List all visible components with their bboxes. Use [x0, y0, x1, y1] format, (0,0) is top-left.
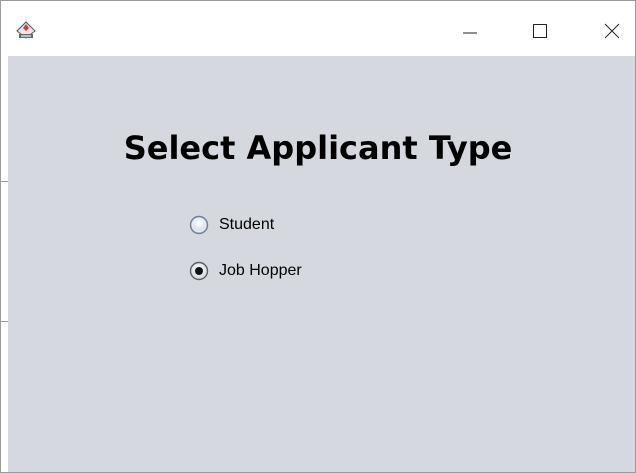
title-bar[interactable]	[1, 1, 635, 56]
radio-unselected-icon[interactable]	[189, 215, 209, 235]
app-window: Select Applicant Type Student Job Hopper	[0, 0, 636, 473]
page-title: Select Applicant Type	[123, 129, 513, 167]
minimize-button[interactable]	[447, 13, 493, 53]
close-icon	[604, 23, 620, 44]
radio-option-student[interactable]: Student	[189, 213, 274, 237]
radio-option-job-hopper[interactable]: Job Hopper	[189, 259, 302, 283]
radio-label: Job Hopper	[219, 262, 302, 279]
maximize-button[interactable]	[517, 13, 563, 53]
close-button[interactable]	[589, 13, 635, 53]
frame-edge-mark	[1, 181, 8, 182]
java-app-icon[interactable]	[16, 21, 36, 39]
radio-label: Student	[219, 216, 275, 233]
content-panel: Select Applicant Type Student Job Hopper	[8, 56, 635, 472]
frame-edge-mark	[1, 321, 8, 322]
minimize-icon	[462, 23, 478, 44]
radio-selected-icon[interactable]	[189, 261, 209, 281]
maximize-icon	[532, 23, 548, 44]
